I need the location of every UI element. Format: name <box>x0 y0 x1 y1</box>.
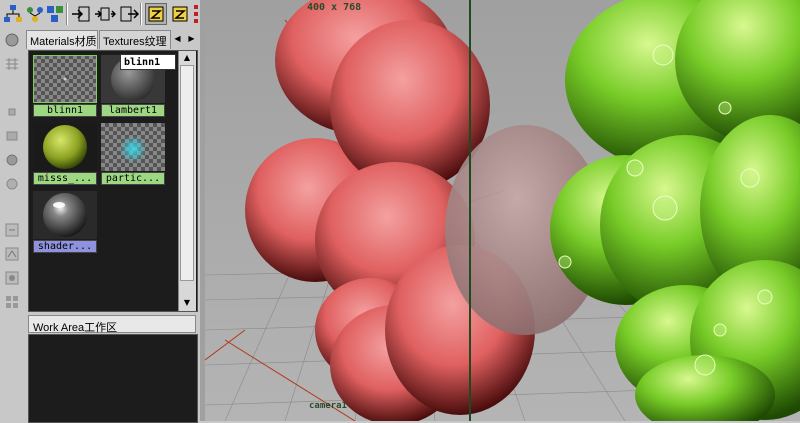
material-label-partic[interactable]: partic... <box>101 172 165 185</box>
bins-icon[interactable] <box>4 294 20 310</box>
input-connections-icon[interactable] <box>70 3 92 25</box>
material-swatch-misss[interactable] <box>33 123 97 171</box>
tab-scroll-right-icon[interactable]: ▶ <box>186 31 197 47</box>
material-label-blinn1[interactable]: blinn1 <box>33 104 97 117</box>
tab-textures[interactable]: Textures纹理 <box>99 30 171 49</box>
hypershade-panel: Materials材质 Textures纹理 ◀ ▶ blinn1 lamber <box>24 28 200 423</box>
scroll-down-icon[interactable]: ▼ <box>179 296 195 310</box>
camera-icon[interactable] <box>4 128 20 144</box>
material-swatch-blinn1[interactable] <box>32 54 98 104</box>
resolution-readout: 400 x 768 <box>307 2 362 13</box>
work-area[interactable] <box>28 334 198 423</box>
texture-icon[interactable] <box>4 246 20 262</box>
left-icon-strip <box>0 28 24 421</box>
tab-materials[interactable]: Materials材质 <box>26 30 98 49</box>
scrollbar-thumb[interactable] <box>180 65 194 281</box>
tooltip: blinn1 <box>120 54 176 70</box>
toolbar-overflow-icon[interactable] <box>192 3 200 25</box>
grid-icon[interactable] <box>4 56 20 72</box>
input-output-icon[interactable] <box>24 3 46 25</box>
toolbar-separator <box>66 3 68 25</box>
viewport-scene <box>205 0 800 421</box>
material-label-shader[interactable]: shader... <box>33 240 97 253</box>
material-browser: blinn1 lambert1 misss_... partic... shad… <box>28 50 198 312</box>
material-label-misss[interactable]: misss_... <box>33 172 97 185</box>
tab-bar: Materials材质 Textures纹理 ◀ ▶ <box>26 30 198 49</box>
material-scrollbar[interactable]: ▲ ▼ <box>178 51 196 311</box>
input-output-connections-icon[interactable] <box>94 3 116 25</box>
graph-mode-icon[interactable] <box>145 3 167 25</box>
toolbar <box>0 0 204 28</box>
image-icon[interactable] <box>4 270 20 286</box>
network-icon[interactable] <box>44 3 66 25</box>
output-connections-icon[interactable] <box>118 3 140 25</box>
sphere-small-icon[interactable] <box>4 152 20 168</box>
light-icon[interactable] <box>4 176 20 192</box>
toolbar-separator <box>140 3 142 25</box>
material-swatch-partic[interactable] <box>101 123 165 171</box>
camera-label: camera1 <box>309 401 347 411</box>
square-icon[interactable] <box>4 104 20 120</box>
hierarchy-icon[interactable] <box>2 3 24 25</box>
sphere-icon[interactable] <box>4 32 20 48</box>
material-swatch-shader[interactable] <box>33 191 97 239</box>
layout-mode-icon[interactable] <box>169 3 191 25</box>
tab-scroll-left-icon[interactable]: ◀ <box>172 31 183 47</box>
render-viewport[interactable]: 400 x 768 camera1 <box>205 0 800 421</box>
scroll-up-icon[interactable]: ▲ <box>179 51 195 65</box>
viewport-divider <box>469 0 471 421</box>
utility-icon[interactable] <box>4 222 20 238</box>
work-area-label[interactable]: Work Area工作区 <box>28 315 196 334</box>
material-label-lambert1[interactable]: lambert1 <box>101 104 165 117</box>
